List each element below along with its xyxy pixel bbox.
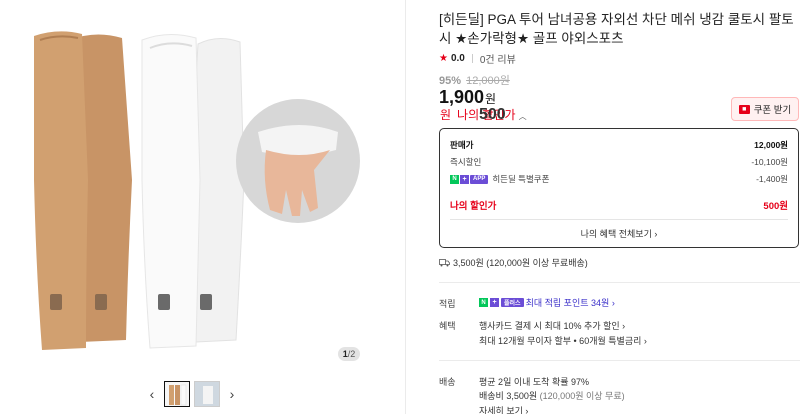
price-row-value: -10,100원	[751, 157, 788, 167]
thumbnail-1-image	[169, 384, 187, 406]
app-badge: APP	[470, 174, 489, 184]
price-row-my-discount: 나의 할인가 500원	[450, 198, 788, 212]
image-counter: 1/2	[338, 347, 360, 361]
next-thumbnail-arrow[interactable]: ›	[224, 380, 240, 408]
chevron-up-icon: ︿	[518, 112, 527, 121]
review-count[interactable]: 0건 리뷰	[480, 51, 516, 66]
coupon-button-label: 쿠폰 받기	[753, 105, 792, 116]
price-row-instant-discount: 즉시할인 -10,100원	[450, 156, 788, 168]
discount-percent: 95%	[439, 75, 462, 87]
thumbnail-2[interactable]	[194, 381, 220, 407]
sale-price-value: 1,900	[439, 87, 485, 107]
plus-badge: +	[490, 298, 499, 307]
price-row-sale: 판매가 12,000원	[450, 139, 788, 151]
coupon-button[interactable]: ■ 쿠폰 받기	[731, 97, 799, 121]
prev-thumbnail-arrow[interactable]: ‹	[144, 380, 160, 408]
benefit-label: 혜택	[439, 321, 456, 331]
shipping-summary-text: 3,500원 (120,000원 이상 무료배송)	[453, 258, 588, 268]
delivery-fee: 배송비 3,500원 (120,000원 이상 무료)	[479, 389, 625, 402]
my-discount-unit: 원	[440, 108, 452, 122]
main-product-image[interactable]: 1/2	[0, 0, 405, 370]
coupon-badges: N + APP	[450, 174, 489, 184]
price-row-value: -1,400원	[756, 174, 788, 184]
delivery-label: 배송	[439, 377, 456, 387]
installment-link[interactable]: 최대 12개월 무이자 할부 • 60개월 특별금리 ›	[479, 334, 647, 347]
shipping-summary: 3,500원 (120,000원 이상 무료배송)	[439, 256, 588, 269]
price-row-value: 500원	[763, 201, 788, 212]
my-discount-price[interactable]: 500 원 나의 할인가 ︿	[439, 106, 527, 123]
box-divider	[450, 219, 788, 220]
card-discount-link[interactable]: 행사카드 결제 시 최대 10% 추가 할인 ›	[479, 319, 625, 332]
arm-sleeves-illustration	[34, 31, 360, 351]
section-divider	[439, 282, 800, 283]
naver-n-badge: N	[450, 174, 459, 184]
max-points-link[interactable]: 최대 적립 포인트 34원 ›	[526, 296, 615, 309]
plus-membership-badge: 플러스	[501, 298, 524, 307]
plus-badge: +	[460, 174, 469, 184]
original-price-value: 12,000원	[466, 75, 510, 87]
delivery-probability: 평균 2일 이내 도착 확률 97%	[479, 377, 590, 387]
delivery-fee-value: 배송비 3,500원	[479, 391, 538, 401]
sale-price: 1,900원	[439, 87, 496, 108]
my-discount-value: 500	[479, 106, 506, 123]
coupon-icon: ■	[738, 104, 750, 114]
thumbnail-strip: ‹ ›	[144, 380, 240, 408]
price-breakdown-box: 판매가 12,000원 즉시할인 -10,100원 N + APP 히든딜 특별…	[439, 128, 799, 248]
delivery-details-link[interactable]: 자세히 보기 ›	[479, 404, 528, 414]
sale-price-unit: 원	[485, 92, 497, 106]
truck-icon	[439, 258, 450, 266]
points-value: N + 플러스 최대 적립 포인트 34원 ›	[479, 296, 615, 309]
price-row-special-coupon: N + APP 히든딜 특별쿠폰 -1,400원	[450, 173, 788, 185]
price-row-label: 나의 할인가	[450, 201, 497, 212]
rating-score: 0.0	[450, 53, 465, 64]
product-details: [히든딜] PGA 투어 남녀공용 자외선 차단 메쉬 냉감 쿨토시 팔토시 ★…	[439, 0, 800, 414]
points-label: 적립	[439, 299, 456, 309]
section-divider	[439, 360, 800, 361]
price-row-label: 히든딜 특별쿠폰	[492, 174, 550, 184]
delivery-fee-note: (120,000원 이상 무료)	[539, 391, 625, 401]
product-gallery: 1/2 ‹ ›	[0, 0, 405, 414]
price-row-value: 12,000원	[754, 140, 788, 150]
naver-n-badge: N	[479, 298, 488, 307]
original-price: 95% 12,000원	[439, 72, 510, 88]
price-row-label: 즉시할인	[450, 157, 482, 167]
vertical-divider	[405, 0, 406, 414]
thumbnail-2-image	[195, 382, 219, 406]
rating-summary: ★ 0.0 0건 리뷰	[439, 51, 516, 66]
star-icon: ★	[439, 53, 448, 64]
product-title: [히든딜] PGA 투어 남녀공용 자외선 차단 메쉬 냉감 쿨토시 팔토시 ★…	[439, 12, 794, 46]
price-row-label: 판매가	[450, 140, 474, 150]
view-all-benefits-link[interactable]: 나의 혜택 전체보기 ›	[440, 227, 798, 240]
rating-separator	[471, 54, 473, 63]
thumbnail-1[interactable]	[164, 381, 190, 407]
